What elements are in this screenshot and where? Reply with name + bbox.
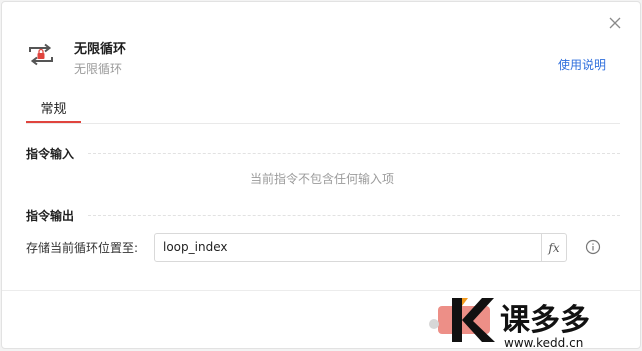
section-divider-input <box>88 153 620 154</box>
section-title-input: 指令输入 <box>26 147 75 161</box>
dialog-title: 无限循环 <box>74 42 127 57</box>
svg-text:课多多: 课多多 <box>500 303 590 338</box>
empty-input-text: 当前指令不包含任何输入项 <box>249 172 394 186</box>
dialog: 无限循环 无限循环 使用说明 常规 指令输入 当前指令不包含任何输入项 指令输出… <box>1 1 641 349</box>
loop-position-label: 存储当前循环位置至: <box>26 241 139 255</box>
section-divider-output <box>88 215 620 216</box>
help-link[interactable]: 使用说明 <box>558 56 606 73</box>
fx-button[interactable]: fx <box>542 234 566 261</box>
loop-position-input[interactable] <box>163 240 533 254</box>
loop-position-field: fx <box>154 233 567 262</box>
svg-text:www.kedd.cn: www.kedd.cn <box>504 336 583 349</box>
close-button[interactable] <box>606 14 624 32</box>
dialog-subtitle: 无限循环 <box>74 62 123 76</box>
loop-icon <box>26 42 56 68</box>
close-icon <box>609 17 621 29</box>
info-icon[interactable] <box>585 239 601 255</box>
watermark-logo: 课多多 www.kedd.cn <box>424 294 640 349</box>
tab-divider <box>26 123 620 124</box>
section-title-output: 指令输出 <box>26 209 75 223</box>
footer-divider <box>2 290 640 291</box>
fx-icon: fx <box>548 240 560 255</box>
